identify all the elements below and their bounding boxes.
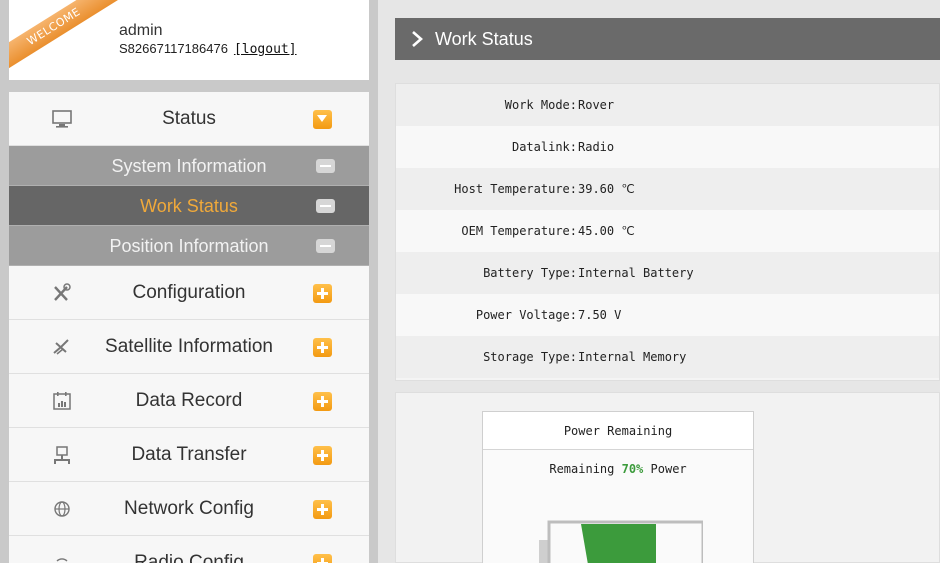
expand-plus-icon[interactable] — [313, 446, 332, 465]
info-row-storage-type: Storage Type: Internal Memory — [396, 336, 939, 378]
info-label: Datalink: — [511, 140, 577, 154]
info-value: Internal Battery — [578, 266, 694, 280]
power-percent: 70% — [621, 462, 644, 476]
expand-plus-icon[interactable] — [313, 554, 332, 563]
expand-plus-icon[interactable] — [313, 500, 332, 519]
info-row-oem-temperature: OEM Temperature: 45.00 ℃ — [396, 210, 939, 252]
menu-item-label: Configuration — [132, 282, 246, 303]
info-label: Battery Type: — [483, 266, 577, 280]
minus-icon — [316, 199, 335, 213]
info-value: 7.50 V — [578, 308, 622, 322]
power-panel: Power Remaining Remaining 70% Power — [395, 392, 940, 563]
submenu-item-system-information[interactable]: System Information — [9, 146, 369, 186]
user-panel: WELCOME admin S82667117186476 [logout] — [9, 0, 369, 80]
sidebar: WELCOME admin S82667117186476 [logout] St… — [0, 0, 378, 563]
radio-icon — [51, 553, 73, 563]
globe-icon — [51, 499, 73, 519]
menu-item-label: Status — [162, 108, 216, 129]
menu-item-status[interactable]: Status — [9, 92, 369, 146]
expand-plus-icon[interactable] — [313, 284, 332, 303]
menu-item-data-record[interactable]: Data Record — [9, 374, 369, 428]
nav-menu: Status System Information Work Status Po… — [9, 92, 369, 563]
welcome-ribbon: WELCOME — [9, 0, 119, 70]
info-row-work-mode: Work Mode: Rover — [396, 84, 939, 126]
power-card: Power Remaining Remaining 70% Power — [482, 411, 754, 563]
work-status-panel: Work Mode: Rover Datalink: Radio Host Te… — [395, 83, 940, 381]
info-row-host-temperature: Host Temperature: 39.60 ℃ — [396, 168, 939, 210]
satellite-icon — [51, 337, 73, 357]
username: admin — [119, 22, 163, 39]
info-row-power-voltage: Power Voltage: 7.50 V — [396, 294, 939, 336]
sidebar-frame — [369, 0, 378, 563]
info-label: Work Mode: — [504, 98, 577, 112]
serial-number: S82667117186476 — [119, 41, 228, 56]
menu-item-label: Satellite Information — [105, 336, 273, 357]
info-label: Host Temperature: — [454, 182, 577, 196]
info-label: Storage Type: — [483, 350, 577, 364]
info-value: 39.60 ℃ — [578, 182, 635, 196]
submenu-item-label: Position Information — [109, 236, 269, 256]
sidebar-divider — [9, 80, 369, 92]
info-row-datalink: Datalink: Radio — [396, 126, 939, 168]
main-content: Work Status Work Mode: Rover Datalink: R… — [378, 0, 940, 563]
page-title-bar: Work Status — [395, 18, 940, 60]
menu-item-label: Radio Config — [134, 552, 244, 563]
menu-item-network-config[interactable]: Network Config — [9, 482, 369, 536]
info-value: 45.00 ℃ — [578, 224, 635, 238]
minus-icon — [316, 239, 335, 253]
submenu-item-position-information[interactable]: Position Information — [9, 226, 369, 266]
monitor-icon — [51, 109, 73, 129]
menu-item-label: Data Record — [135, 390, 243, 411]
info-row-battery-type: Battery Type: Internal Battery — [396, 252, 939, 294]
logout-link[interactable]: [logout] — [234, 42, 297, 57]
tools-icon — [51, 283, 73, 303]
minus-icon — [316, 159, 335, 173]
expand-plus-icon[interactable] — [313, 392, 332, 411]
power-prefix: Remaining — [549, 462, 615, 476]
battery-icon — [539, 520, 703, 563]
calendar-chart-icon — [51, 391, 73, 411]
info-label: OEM Temperature: — [461, 224, 577, 238]
menu-item-data-transfer[interactable]: Data Transfer — [9, 428, 369, 482]
page-title: Work Status — [435, 29, 533, 49]
power-remaining-text: Remaining 70% Power — [483, 454, 753, 484]
chevron-right-icon — [412, 31, 423, 47]
welcome-badge: WELCOME — [9, 0, 119, 70]
info-value: Rover — [578, 98, 615, 112]
menu-item-radio-config[interactable]: Radio Config — [9, 536, 369, 563]
expand-plus-icon[interactable] — [313, 338, 332, 357]
submenu-item-label: Work Status — [140, 196, 238, 216]
info-value: Internal Memory — [578, 350, 687, 364]
menu-item-satellite-information[interactable]: Satellite Information — [9, 320, 369, 374]
menu-item-label: Data Transfer — [131, 444, 247, 465]
menu-item-label: Network Config — [124, 498, 254, 519]
info-label: Power Voltage: — [475, 308, 577, 322]
serial-row: S82667117186476 [logout] — [119, 41, 297, 57]
network-computer-icon — [51, 445, 73, 465]
power-card-header: Power Remaining — [483, 412, 753, 450]
menu-item-configuration[interactable]: Configuration — [9, 266, 369, 320]
collapse-toggle-icon[interactable] — [313, 110, 332, 129]
power-suffix: Power — [650, 462, 687, 476]
submenu-item-work-status[interactable]: Work Status — [9, 186, 369, 226]
sidebar-frame — [0, 0, 9, 563]
submenu-item-label: System Information — [111, 156, 267, 176]
info-value: Radio — [578, 140, 615, 154]
battery-fill — [581, 524, 656, 563]
